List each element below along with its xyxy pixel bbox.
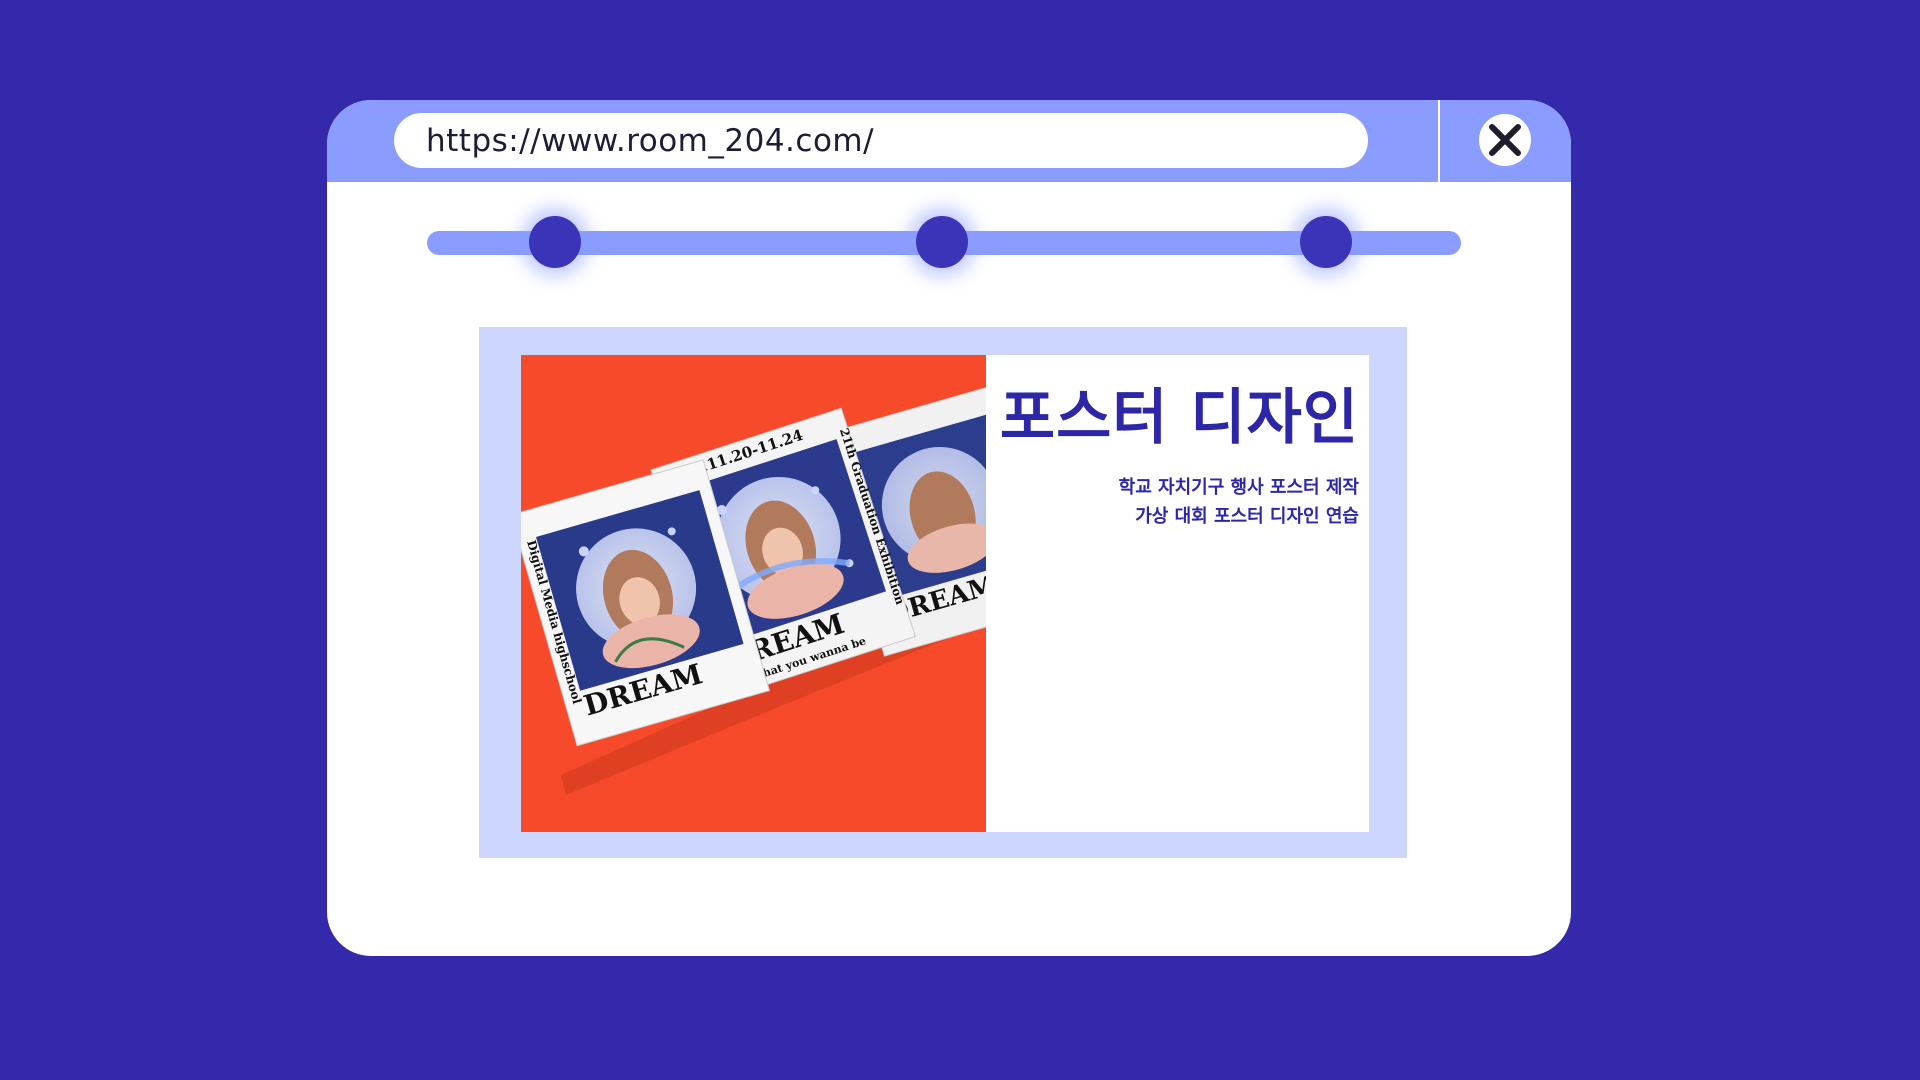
card-description-line-1: 학교 자치기구 행사 포스터 제작 xyxy=(1118,477,1359,498)
close-icon xyxy=(1489,124,1521,156)
browser-window: https://www.room_204.com/ DREAM 2022.11.… xyxy=(327,100,1571,956)
carousel-dot-3[interactable] xyxy=(1300,216,1352,268)
portfolio-card[interactable]: DREAM 2022.11.20-11.24 DREAM Be what you… xyxy=(521,355,1369,832)
portfolio-card-frame: DREAM 2022.11.20-11.24 DREAM Be what you… xyxy=(479,327,1407,858)
card-title: 포스터 디자인 xyxy=(999,383,1359,453)
poster-mockup-image: DREAM 2022.11.20-11.24 DREAM Be what you… xyxy=(521,355,986,832)
title-bar: https://www.room_204.com/ xyxy=(327,100,1571,182)
card-description: 학교 자치기구 행사 포스터 제작 가상 대회 포스터 디자인 연습 xyxy=(1119,473,1359,531)
close-button[interactable] xyxy=(1479,114,1531,166)
card-description-line-2: 가상 대회 포스터 디자인 연습 xyxy=(1135,506,1359,527)
carousel-dot-2[interactable] xyxy=(916,216,968,268)
carousel-dot-1[interactable] xyxy=(529,216,581,268)
title-bar-divider xyxy=(1438,100,1440,182)
url-text: https://www.room_204.com/ xyxy=(426,122,875,159)
poster-mockup-illustration: DREAM 2022.11.20-11.24 DREAM Be what you… xyxy=(521,382,986,795)
address-bar[interactable]: https://www.room_204.com/ xyxy=(394,113,1368,168)
